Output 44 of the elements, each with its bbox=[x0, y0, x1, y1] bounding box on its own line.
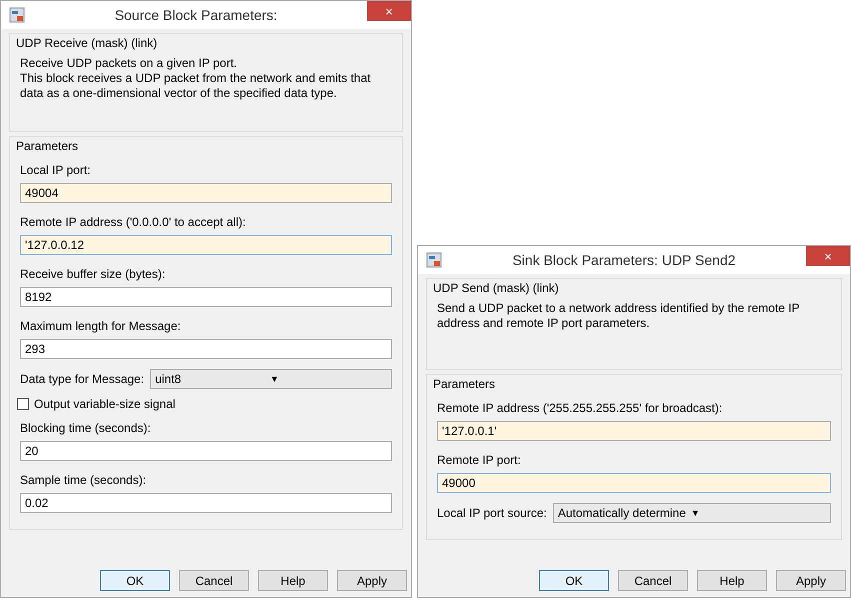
dialog-button[interactable]: Apply bbox=[337, 570, 407, 591]
dialog-button[interactable]: OK bbox=[539, 570, 609, 591]
input-field[interactable]: 293 bbox=[20, 339, 392, 359]
dropdown[interactable]: uint8 ▼ bbox=[150, 369, 392, 389]
close-button[interactable]: × bbox=[806, 246, 850, 266]
dialog-button[interactable]: Cancel bbox=[179, 570, 249, 591]
input-field[interactable]: 8192 bbox=[20, 287, 392, 307]
dialog-button[interactable]: Cancel bbox=[618, 570, 688, 591]
window-title: Sink Block Parameters: UDP Send2 bbox=[511, 252, 737, 268]
field-label: Blocking time (seconds): bbox=[20, 421, 151, 435]
input-field[interactable]: '127.0.0.1' bbox=[437, 421, 831, 441]
field-label: Local IP port source: bbox=[437, 506, 547, 520]
group-heading: UDP Receive (mask) (link) bbox=[16, 36, 158, 50]
input-field[interactable]: '127.0.0.12 bbox=[20, 235, 392, 255]
field-label: Remote IP port: bbox=[437, 453, 521, 467]
checkbox-label: Output variable-size signal bbox=[34, 397, 176, 411]
dialog-button[interactable]: OK bbox=[100, 570, 170, 591]
group-heading: UDP Send (mask) (link) bbox=[433, 281, 559, 295]
field-label: Remote IP address ('255.255.255.255' for broadcast): bbox=[437, 401, 722, 415]
input-field[interactable]: 49000 bbox=[437, 473, 831, 493]
field-label: Sample time (seconds): bbox=[20, 473, 146, 487]
caret-icon: ▼ bbox=[270, 374, 385, 384]
input-field[interactable]: 49004 bbox=[20, 183, 392, 203]
window-title: Source Block Parameters: bbox=[114, 7, 278, 23]
app-icon bbox=[9, 7, 25, 23]
close-button[interactable]: × bbox=[367, 1, 411, 21]
field-label: Remote IP address ('0.0.0.0' to accept all): bbox=[20, 215, 246, 229]
group-heading: Parameters bbox=[16, 139, 78, 153]
description-text: Send a UDP packet to a network address identified by the remote IP address and remote IP port parameters. bbox=[437, 301, 800, 332]
field-label: Local IP port: bbox=[20, 163, 90, 177]
app-icon bbox=[426, 252, 442, 268]
field-label: Data type for Message: bbox=[20, 372, 144, 386]
dropdown[interactable]: Automatically determine ▼ bbox=[552, 503, 831, 523]
field-label: Receive buffer size (bytes): bbox=[20, 267, 166, 281]
caret-icon: ▼ bbox=[690, 508, 824, 518]
dialog-button[interactable]: Help bbox=[258, 570, 328, 591]
dialog-button[interactable]: Help bbox=[697, 570, 767, 591]
input-field[interactable]: 20 bbox=[20, 441, 392, 461]
checkbox[interactable] bbox=[17, 398, 29, 410]
description-text: Receive UDP packets on a given IP port. This block receives a UDP packet from the network and emits that data as a one-dimensional vector of the specified data type. bbox=[20, 56, 372, 102]
field-label: Maximum length for Message: bbox=[20, 319, 181, 333]
dialog-button[interactable]: Apply bbox=[776, 570, 846, 591]
group-heading: Parameters bbox=[433, 377, 496, 391]
input-field[interactable]: 0.02 bbox=[20, 493, 392, 513]
